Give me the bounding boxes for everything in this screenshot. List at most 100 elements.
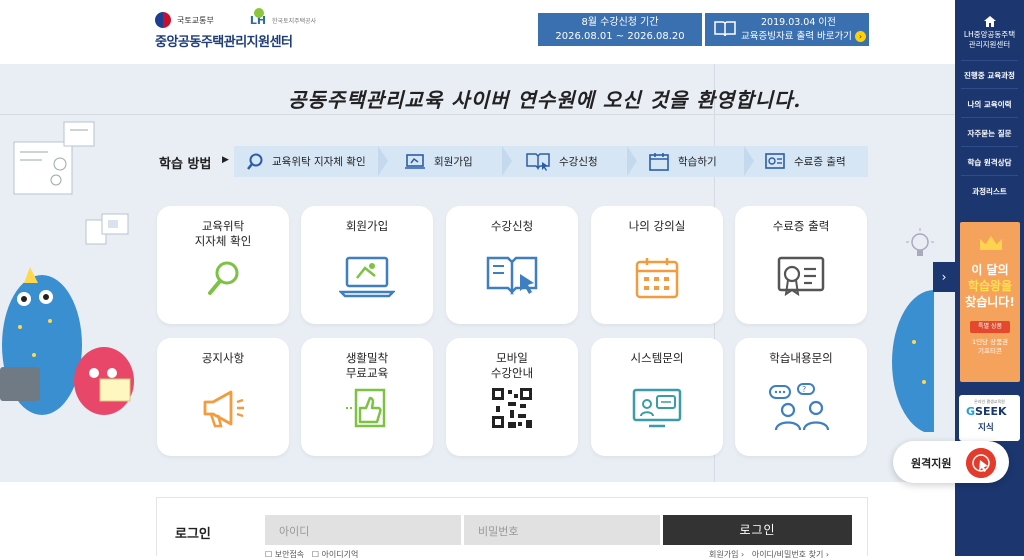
crown-icon <box>980 236 1002 250</box>
laptop-icon <box>405 153 425 169</box>
chevron-divider <box>502 146 512 176</box>
sidebar-home-link[interactable]: LH중앙공동주택 관리지원센터 <box>955 16 1024 50</box>
arrow-right-icon: › <box>854 31 866 42</box>
sidebar-home-label: LH중앙공동주택 <box>963 30 1016 39</box>
gseek-banner[interactable]: 온라인 평생교육원 GSEEK 지식 <box>959 395 1020 441</box>
card-label: 회원가입 <box>345 219 389 233</box>
banner-prize-text: 1인당 상품권 <box>971 338 1009 346</box>
card-check-local-gov[interactable]: 교육위탁 지자체 확인 <box>157 206 289 324</box>
remember-id-label: 아이디기억 <box>321 550 359 559</box>
lh-logo: LH <box>249 7 267 27</box>
notes-illustration <box>85 213 129 245</box>
ministry-name: 국토교통부 <box>177 15 214 25</box>
board-illustration <box>13 121 95 195</box>
enrollment-period-banner[interactable]: 8월 수강신청 기간 2026.08.01 ~ 2026.08.20 <box>538 13 702 46</box>
magnifier-icon <box>247 153 263 170</box>
magnifier-icon <box>208 261 239 295</box>
sidebar-item-course-list[interactable]: 과정리스트 <box>955 186 1024 197</box>
card-label: 수강안내 <box>490 366 534 380</box>
remote-cursor-icon <box>966 448 996 478</box>
card-label: 시스템문의 <box>630 351 684 365</box>
step-label: 수료증 출력 <box>794 156 846 168</box>
card-certificate-print[interactable]: 수료증 출력 <box>735 206 867 324</box>
login-options: ☐ 보안접속 ☐ 아이디기억 <box>265 549 358 560</box>
login-password-input[interactable]: 비밀번호 <box>464 515 660 545</box>
sidebar-item-faq[interactable]: 자주묻는 질문 <box>955 128 1024 139</box>
step-enroll: 수강신청 <box>525 146 598 177</box>
gseek-logo-text: SEEK <box>975 405 1007 418</box>
signup-link[interactable]: 회원가입 <box>709 550 738 559</box>
step-label: 학습하기 <box>678 156 717 168</box>
lightbulb-illustration <box>906 228 934 256</box>
special-prize-badge: 특별 상품 <box>970 321 1010 333</box>
sidebar-item-my-history[interactable]: 나의 교육이력 <box>955 99 1024 110</box>
grid-line <box>0 114 955 115</box>
site-title: 중앙공동주택관리지원센터 <box>155 35 293 50</box>
steps-label: 학습 방법 <box>159 157 212 172</box>
certificate-icon <box>777 256 825 297</box>
step-label: 수강신청 <box>559 156 598 168</box>
card-my-classroom[interactable]: 나의 강의실 <box>591 206 723 324</box>
sidebar-item-ongoing-courses[interactable]: 진행중 교육과정 <box>955 70 1024 81</box>
step-label: 회원가입 <box>434 156 473 168</box>
card-label: 나의 강의실 <box>628 219 686 233</box>
open-book-icon <box>714 21 736 37</box>
chevron-divider <box>627 146 637 176</box>
calendar-icon <box>649 152 669 171</box>
step-signup: 회원가입 <box>404 146 473 177</box>
banner-prize-text: 기프티콘 <box>978 347 1002 355</box>
certificate-print-banner[interactable]: 2019.03.04 이전 교육증빙자료 출력 바로가기 › <box>705 13 869 46</box>
site-logo[interactable]: 국토교통부 LH 한국토지주택공사 중앙공동주택관리지원센터 <box>155 7 317 50</box>
monster-right-illustration <box>892 290 934 432</box>
card-label: 학습내용문의 <box>769 351 833 365</box>
find-account-link[interactable]: 아이디/비밀번호 찾기 <box>752 550 823 559</box>
thumbs-up-icon <box>346 388 386 428</box>
card-mobile-guide[interactable]: 모바일 수강안내 <box>446 338 578 456</box>
card-enroll[interactable]: 수강신청 <box>446 206 578 324</box>
learning-steps-bar: 교육위탁 지자체 확인 회원가입 수강신청 학습하기 수료증 출력 <box>234 146 868 177</box>
card-label: 모바일 <box>496 351 528 365</box>
divider <box>961 146 1018 147</box>
step-certificate: 수료증 출력 <box>764 146 846 177</box>
welcome-message: 공동주택관리교육 사이버 연수원에 오신 것을 환영합니다. <box>288 88 802 112</box>
lh-subname: 한국토지주택공사 <box>272 17 317 25</box>
certificate-print-label: 교육증빙자료 출력 바로가기 <box>741 31 852 42</box>
people-chat-icon: ? <box>769 383 830 431</box>
gseek-logo-g: G <box>966 405 976 418</box>
login-id-input[interactable]: 아이디 <box>265 515 461 545</box>
gseek-logo: GSEEK <box>966 405 1007 418</box>
card-label: 공지사항 <box>201 351 245 365</box>
step-check-local-gov: 교육위탁 지자체 확인 <box>246 146 366 177</box>
megaphone-icon <box>203 390 244 428</box>
step-study: 학습하기 <box>648 146 717 177</box>
card-signup[interactable]: 회원가입 <box>301 206 433 324</box>
card-label: 교육위탁 <box>201 219 245 233</box>
gseek-sub: 지식 <box>978 423 994 433</box>
secure-login-checkbox[interactable]: ☐ <box>265 550 272 559</box>
laptop-icon <box>339 256 395 298</box>
chevron-divider <box>744 146 754 176</box>
certificate-icon <box>765 152 785 169</box>
sidebar-toggle-arrow-icon[interactable]: › <box>933 262 955 292</box>
login-title: 로그인 <box>175 527 211 542</box>
divider <box>961 88 1018 89</box>
card-free-education[interactable]: 생활밀착 무료교육 <box>301 338 433 456</box>
card-system-inquiry[interactable]: 시스템문의 <box>591 338 723 456</box>
login-button[interactable]: 로그인 <box>663 515 852 545</box>
remote-support-label: 원격지원 <box>911 457 952 470</box>
qr-code-icon[interactable] <box>492 388 532 428</box>
card-learning-inquiry[interactable]: 학습내용문의 ? <box>735 338 867 456</box>
login-links: 회원가입 › 아이디/비밀번호 찾기 › <box>709 550 830 559</box>
certificate-print-date: 2019.03.04 이전 <box>761 17 836 28</box>
card-label: 수강신청 <box>490 219 534 233</box>
secure-login-label: 보안접속 <box>274 550 305 559</box>
monster-characters-illustration <box>0 267 134 415</box>
remember-id-checkbox[interactable]: ☐ <box>312 550 319 559</box>
card-label: 수료증 출력 <box>772 219 830 233</box>
sidebar-item-remote-consult[interactable]: 학습 원격상담 <box>955 157 1024 168</box>
monitor-chat-icon <box>632 388 682 428</box>
learning-king-banner[interactable]: 이 달의 학습왕을 찾습니다! 특별 상품 1인당 상품권 기프티콘 <box>960 222 1020 382</box>
caret-right-icon: ▶ <box>222 155 229 165</box>
card-notice[interactable]: 공지사항 <box>157 338 289 456</box>
remote-support-button[interactable]: 원격지원 <box>893 441 1009 483</box>
